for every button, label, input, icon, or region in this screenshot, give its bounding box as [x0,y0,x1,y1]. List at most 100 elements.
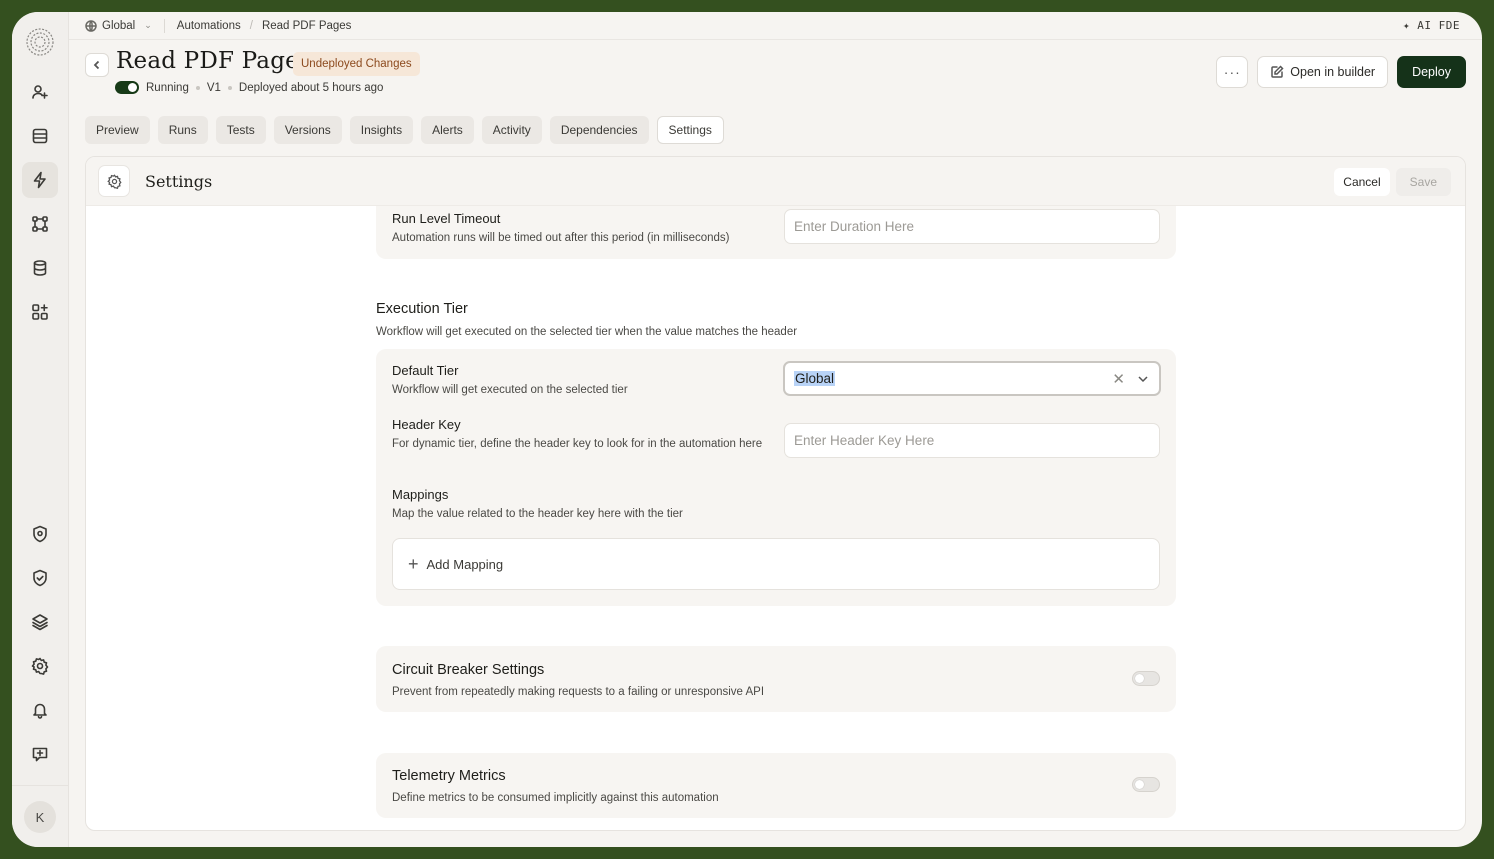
header-key-placeholder: Enter Header Key Here [794,433,935,448]
rail-agents[interactable] [22,74,58,110]
header-key-desc: For dynamic tier, define the header key … [392,438,763,450]
add-mapping-label: Add Mapping [426,556,504,572]
rail-apps[interactable] [22,294,58,330]
header-actions: ··· Open in builder Deploy [1216,56,1466,88]
rail-settings[interactable] [22,648,58,684]
globe-icon [85,19,97,32]
settings-icon-box [98,165,130,197]
chevron-down-icon: ⌄ [144,20,152,30]
run-timeout-placeholder: Enter Duration Here [794,219,915,234]
header-key-input[interactable]: Enter Header Key Here [784,423,1160,458]
logo-icon [26,28,54,56]
tab-activity[interactable]: Activity [481,116,542,144]
rail-inbox[interactable] [22,118,58,154]
clear-icon[interactable]: ✕ [1112,370,1125,388]
tab-tests[interactable]: Tests [215,116,266,144]
tab-alerts[interactable]: Alerts [421,116,474,144]
circuit-breaker-desc: Prevent from repeatedly making requests … [392,686,765,698]
rail-workflows[interactable] [22,206,58,242]
layers-icon [32,614,48,631]
rail-feedback[interactable] [22,736,58,772]
execution-tier-desc: Workflow will get executed on the select… [376,326,798,338]
tab-preview[interactable]: Preview [85,116,150,144]
app-window: K Global ⌄ Automations / Read PDF Pages … [12,12,1482,847]
mappings-label: Mappings [392,487,449,502]
tab-runs[interactable]: Runs [157,116,208,144]
add-mapping-button[interactable]: + Add Mapping [392,538,1160,590]
tab-settings[interactable]: Settings [656,116,724,144]
edit-icon [1271,65,1284,78]
default-tier-value: Global [794,371,836,386]
ai-fde-button[interactable]: ✦ AI FDE [1403,19,1460,32]
rail-compliance[interactable] [22,560,58,596]
rail-database[interactable] [22,250,58,286]
dot-separator [195,85,200,90]
chat-plus-icon [32,747,48,762]
circuit-breaker-card: Circuit Breaker Settings Prevent from re… [376,646,1176,712]
running-toggle[interactable] [115,81,139,94]
bell-icon [33,703,47,719]
shield-check-icon [33,569,47,587]
cancel-button[interactable]: Cancel [1334,168,1390,196]
rail-divider [12,785,69,786]
ai-fde-label: AI FDE [1417,19,1460,32]
topbar-divider [163,18,165,33]
top-bar: Global ⌄ Automations / Read PDF Pages ✦ … [69,12,1482,40]
telemetry-title: Telemetry Metrics [392,768,506,784]
default-tier-select[interactable]: Global ✕ [783,361,1161,396]
tab-versions[interactable]: Versions [273,116,342,144]
apps-icon [32,304,48,320]
open-in-builder-button[interactable]: Open in builder [1257,56,1389,88]
tab-insights[interactable]: Insights [349,116,414,144]
deployment-status: Running V1 Deployed about 5 hours ago [115,81,383,94]
open-in-builder-label: Open in builder [1290,65,1376,79]
mappings-desc: Map the value related to the header key … [392,508,683,520]
run-timeout-input[interactable]: Enter Duration Here [784,209,1160,244]
settings-title: Settings [145,171,213,191]
left-rail: K [12,12,69,847]
execution-tier-title: Execution Tier [376,301,468,317]
rail-layers[interactable] [22,604,58,640]
running-label: Running [146,81,189,94]
settings-actions: Cancel Save [1334,168,1451,196]
breadcrumb-separator: / [249,19,253,32]
execution-tier-card: Default Tier Workflow will get executed … [376,349,1176,606]
run-timeout-label: Run Level Timeout [392,211,501,226]
version-label: V1 [206,81,221,94]
more-options-button[interactable]: ··· [1216,56,1249,88]
workspace-switcher[interactable]: Global ⌄ [85,20,152,32]
telemetry-toggle[interactable] [1132,777,1160,792]
workspace-name: Global [102,19,136,32]
deploy-button[interactable]: Deploy [1397,56,1466,88]
run-timeout-card: Run Level Timeout Automation runs will b… [376,197,1176,259]
rail-automations[interactable] [22,162,58,198]
breadcrumb-automations[interactable]: Automations [177,20,241,32]
default-tier-desc: Workflow will get executed on the select… [392,384,628,396]
default-tier-label: Default Tier [392,363,459,378]
page-title: Read PDF Pages [116,48,311,74]
telemetry-desc: Define metrics to be consumed implicitly… [392,792,719,804]
settings-content: Run Level Timeout Automation runs will b… [376,197,1176,818]
save-button[interactable]: Save [1395,168,1451,196]
rail-security[interactable] [22,516,58,552]
more-icon: ··· [1223,64,1241,80]
status-badge: Undeployed Changes [293,52,420,76]
settings-panel: Settings Cancel Save Run Level Timeout A… [85,156,1466,831]
chevron-down-icon[interactable] [1137,373,1149,385]
user-sparkle-icon [32,85,48,99]
database-icon [33,260,47,276]
tab-dependencies[interactable]: Dependencies [549,116,649,144]
chevron-left-icon [93,60,100,70]
back-button[interactable] [85,53,109,77]
settings-header: Settings Cancel Save [86,157,1465,206]
sparkle-icon: ✦ [1403,19,1411,32]
shield-icon [33,525,47,543]
circuit-breaker-toggle[interactable] [1132,671,1160,686]
avatar[interactable]: K [24,801,56,833]
header-key-label: Header Key [392,417,461,432]
nodes-icon [32,216,48,232]
gear-icon [106,173,122,189]
telemetry-card: Telemetry Metrics Define metrics to be c… [376,753,1176,818]
deployed-time: Deployed about 5 hours ago [238,81,384,94]
rail-notifications[interactable] [22,692,58,728]
